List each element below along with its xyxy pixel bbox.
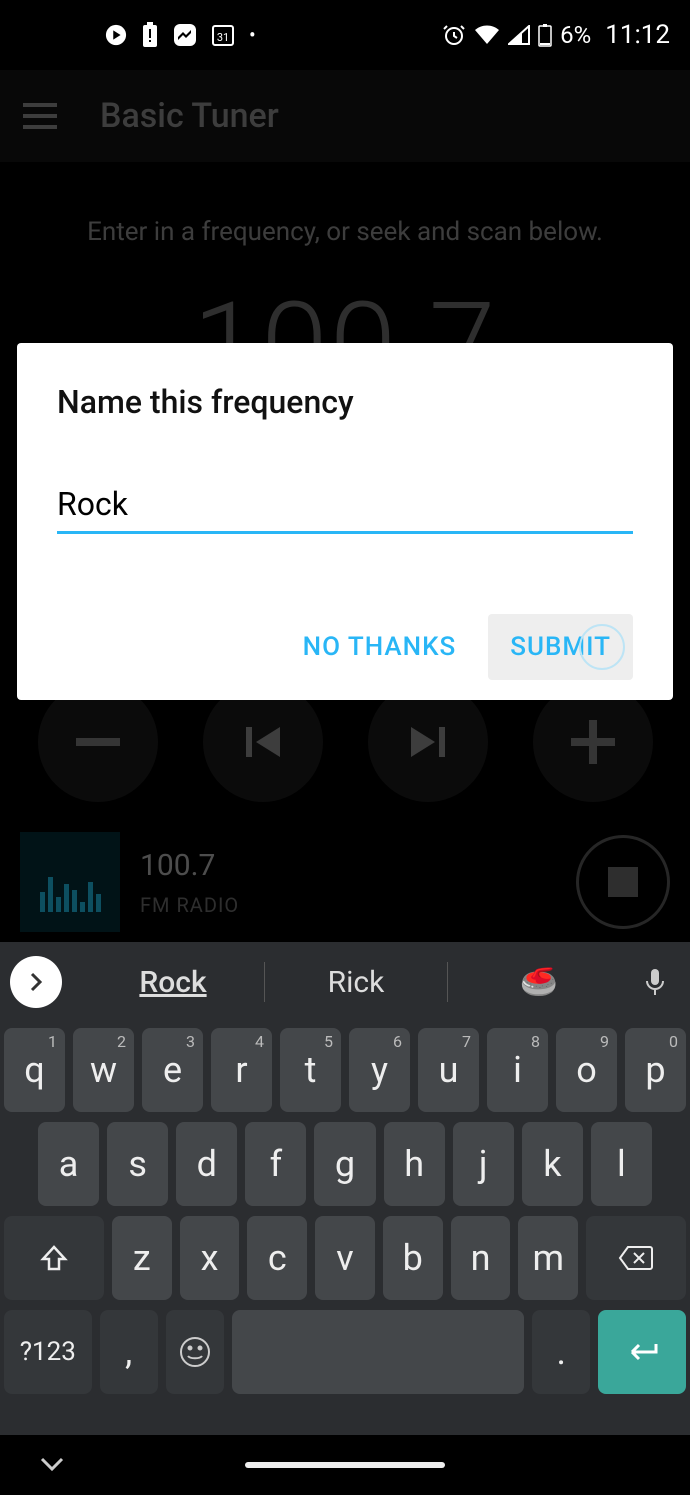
space-key[interactable] xyxy=(232,1310,524,1394)
symbols-key[interactable]: ?123 xyxy=(4,1310,92,1394)
key-z[interactable]: z xyxy=(112,1216,172,1300)
emoji-suggestion-icon: 🥌 xyxy=(520,965,557,1000)
touch-ripple-icon xyxy=(579,624,625,670)
more-notifications-icon: • xyxy=(249,23,256,47)
dialog-title: Name this frequency xyxy=(57,383,633,421)
key-w[interactable]: w2 xyxy=(73,1028,134,1112)
key-n[interactable]: n xyxy=(451,1216,511,1300)
collapse-keyboard-icon[interactable] xyxy=(40,1450,64,1480)
submit-button[interactable]: SUBMIT xyxy=(488,614,633,680)
expand-suggestions-icon[interactable] xyxy=(10,956,62,1008)
name-frequency-dialog: Name this frequency NO THANKS SUBMIT xyxy=(17,343,673,700)
wifi-icon xyxy=(474,25,500,45)
key-i[interactable]: i8 xyxy=(487,1028,548,1112)
messenger-icon xyxy=(173,23,197,47)
battery-percent: 6% xyxy=(560,21,591,49)
key-b[interactable]: b xyxy=(383,1216,443,1300)
key-s[interactable]: s xyxy=(107,1122,168,1206)
signal-icon xyxy=(508,25,530,45)
key-t[interactable]: t5 xyxy=(280,1028,341,1112)
key-k[interactable]: k xyxy=(522,1122,583,1206)
key-y[interactable]: y6 xyxy=(349,1028,410,1112)
key-f[interactable]: f xyxy=(245,1122,306,1206)
soft-keyboard: Rock Rick 🥌 q1w2e3r4t5y6u7i8o9p0 asdfghj… xyxy=(0,942,690,1495)
key-c[interactable]: c xyxy=(247,1216,307,1300)
enter-key[interactable] xyxy=(598,1310,686,1394)
key-j[interactable]: j xyxy=(453,1122,514,1206)
voice-input-icon[interactable] xyxy=(630,967,680,997)
key-m[interactable]: m xyxy=(518,1216,578,1300)
comma-key[interactable]: , xyxy=(100,1310,158,1394)
key-a[interactable]: a xyxy=(38,1122,99,1206)
emoji-key[interactable] xyxy=(166,1310,224,1394)
key-e[interactable]: e3 xyxy=(142,1028,203,1112)
key-v[interactable]: v xyxy=(315,1216,375,1300)
suggestion-row: Rock Rick 🥌 xyxy=(0,942,690,1022)
svg-text:31: 31 xyxy=(217,31,229,44)
key-g[interactable]: g xyxy=(314,1122,375,1206)
period-key[interactable]: . xyxy=(532,1310,590,1394)
key-d[interactable]: d xyxy=(176,1122,237,1206)
battery-alert-icon xyxy=(141,22,159,48)
key-h[interactable]: h xyxy=(384,1122,445,1206)
navigation-bar xyxy=(0,1435,690,1495)
no-thanks-button[interactable]: NO THANKS xyxy=(281,614,479,680)
suggestion-1[interactable]: Rock xyxy=(82,965,264,1000)
calendar-icon: 31 xyxy=(211,23,235,47)
shift-key[interactable] xyxy=(4,1216,104,1300)
key-x[interactable]: x xyxy=(180,1216,240,1300)
key-u[interactable]: u7 xyxy=(418,1028,479,1112)
clock: 11:12 xyxy=(605,20,670,50)
alarm-icon xyxy=(442,23,466,47)
suggestion-3[interactable]: 🥌 xyxy=(448,965,630,1000)
play-services-icon xyxy=(105,24,127,46)
home-pill[interactable] xyxy=(245,1462,445,1468)
frequency-name-input[interactable] xyxy=(57,481,633,534)
key-o[interactable]: o9 xyxy=(556,1028,617,1112)
key-l[interactable]: l xyxy=(591,1122,652,1206)
key-r[interactable]: r4 xyxy=(211,1028,272,1112)
suggestion-2[interactable]: Rick xyxy=(265,965,447,1000)
battery-icon xyxy=(538,23,552,47)
key-q[interactable]: q1 xyxy=(4,1028,65,1112)
backspace-key[interactable] xyxy=(586,1216,686,1300)
key-p[interactable]: p0 xyxy=(625,1028,686,1112)
status-bar: 31 • 6% 11:12 xyxy=(0,0,690,70)
